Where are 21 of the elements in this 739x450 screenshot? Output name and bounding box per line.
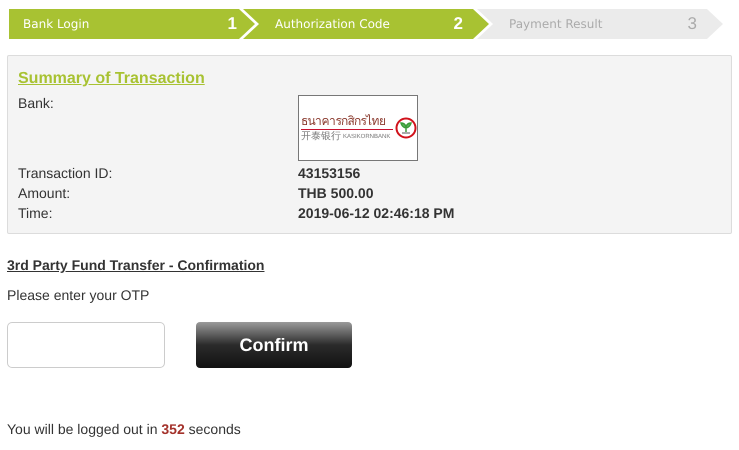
field-value: 43153156 (298, 164, 360, 183)
otp-field[interactable] (7, 322, 165, 368)
field-label: Bank: (18, 95, 55, 113)
logo-text: 开泰银行 (301, 131, 341, 142)
field-value: 2019-06-12 02:46:18 PM (298, 204, 454, 223)
confirm-button[interactable]: Confirm (196, 322, 352, 368)
field-label: Amount: (18, 184, 72, 203)
logout-notice: You will be logged out in 352 seconds (7, 420, 241, 438)
logo-text: ธนาคารกสิกรไทย (301, 114, 386, 128)
section-heading: 3rd Party Fund Transfer - Confirmation (7, 256, 264, 274)
step-label: Bank Login (23, 16, 90, 33)
field-value: THB 500.00 (298, 184, 374, 203)
field-label: Transaction ID: (18, 164, 114, 183)
step-label: Payment Result (509, 16, 602, 33)
step-number: 1 (228, 13, 237, 36)
step-label: Authorization Code (275, 16, 390, 33)
summary-title: Summary of Transaction (18, 69, 205, 89)
instruction-text: Please enter your OTP (7, 286, 150, 304)
step-number: 2 (454, 13, 463, 36)
field-label: Time: (18, 204, 54, 223)
step-number: 3 (688, 13, 697, 36)
